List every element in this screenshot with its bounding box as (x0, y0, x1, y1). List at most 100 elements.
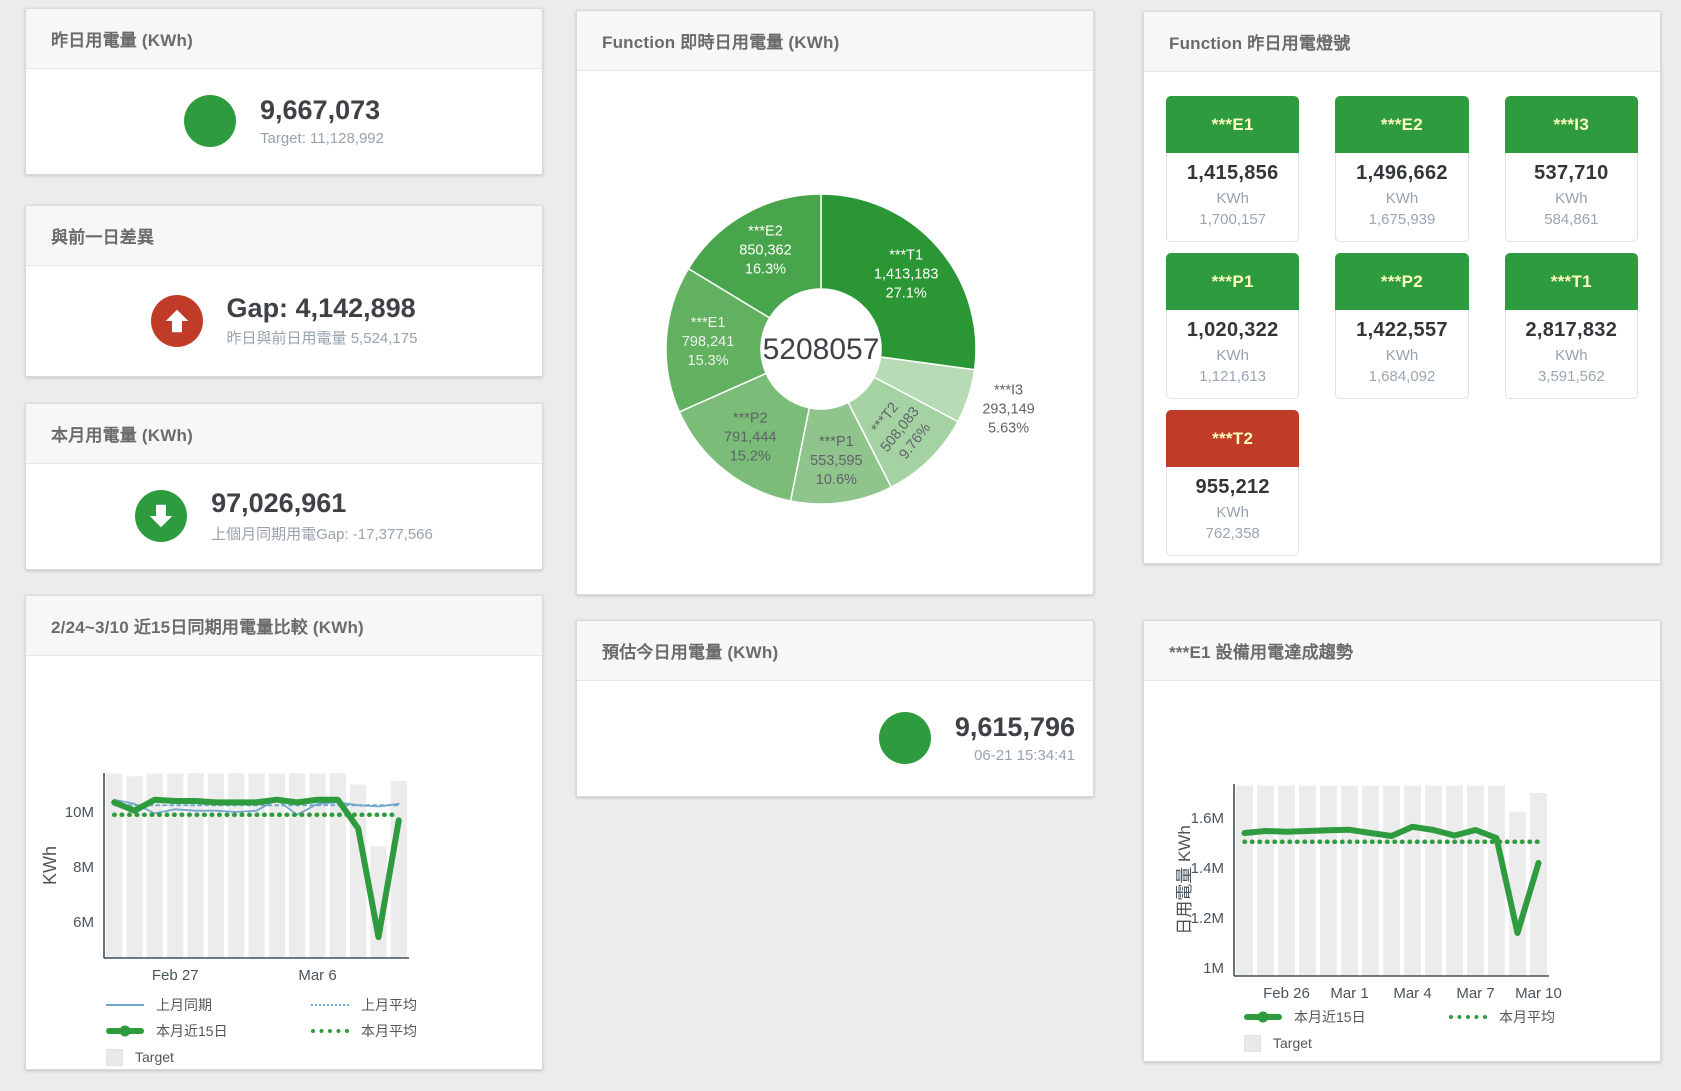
target-bar (1425, 786, 1442, 977)
arrow-down-circle-icon (135, 490, 187, 542)
target-bar (1446, 786, 1463, 977)
tile-unit: KWh (1171, 504, 1294, 521)
tile-status-header: ***T2 (1166, 410, 1299, 467)
y-tick-label: 1.6M (1191, 810, 1224, 827)
tiles-grid: ***E11,415,856KWh1,700,157***E21,496,662… (1166, 96, 1638, 556)
card-title: 與前一日差異 (26, 206, 542, 266)
tile-value: 1,020,322 (1171, 319, 1294, 342)
tile-unit: KWh (1340, 190, 1463, 207)
tile-body: 1,496,662KWh1,675,939 (1335, 153, 1468, 242)
legend-sample-target-box-icon (1244, 1035, 1261, 1052)
tile-subvalue: 1,675,939 (1340, 211, 1463, 228)
status-circle-icon (184, 95, 236, 147)
stat-value: 9,615,796 (955, 712, 1075, 743)
legend-label: 上月平均 (361, 995, 417, 1015)
card-title-text: 與前一日差異 (51, 223, 154, 248)
legend-item-dotted-blue[interactable]: 上月平均 (311, 994, 516, 1016)
card-title-text: Function 即時日用電量 (KWh) (602, 28, 839, 53)
donut-center-total: 5208057 (763, 333, 880, 366)
card-title: 本月用電量 (KWh) (26, 404, 542, 464)
stat-value: 97,026,961 (211, 488, 433, 519)
card-yesterday-usage: 昨日用電量 (KWh) 9,667,073 Target: 11,128,992 (25, 8, 543, 175)
tile-e2: ***E21,496,662KWh1,675,939 (1335, 96, 1468, 242)
card-body: 97,026,961 上個月同期用電Gap: -17,377,566 (26, 464, 542, 568)
tile-p1: ***P1 1,020,322 KWh 1,121,613 (1166, 253, 1299, 399)
y-tick-label: 8M (73, 859, 94, 876)
card-body: Gap: 4,142,898 昨日與前日用電量 5,524,175 (26, 266, 542, 375)
legend-label: 上月同期 (156, 995, 212, 1015)
card-day-gap: 與前一日差異 Gap: 4,142,898 昨日與前日用電量 5,524,175 (25, 205, 543, 377)
card-title-text: 預估今日用電量 (KWh) (602, 638, 778, 663)
legend-sample-thick-green-icon (106, 1028, 144, 1034)
stat-timestamp: 06-21 15:34:41 (955, 747, 1075, 764)
legend-sample-target-box-icon (106, 1049, 123, 1066)
legend-label: 本月近15日 (1294, 1007, 1366, 1027)
legend-label: 本月平均 (361, 1021, 417, 1041)
tile-status-header: ***P2 (1335, 253, 1468, 310)
target-bar (1383, 786, 1400, 977)
legend-sample-dotted-green-icon (1449, 1015, 1487, 1019)
legend-item-thick-green[interactable]: 本月近15日 (106, 1020, 311, 1042)
legend-item-dotted-green[interactable]: 本月平均 (1449, 1006, 1654, 1028)
card-e1-trend: ***E1 設備用電達成趨勢 1M1.2M1.4M1.6MFeb 26Mar 1… (1143, 620, 1661, 1062)
x-tick-label: Mar 10 (1515, 985, 1562, 1002)
target-bar (1236, 786, 1253, 977)
donut-chart: ***T11,413,18327.1%***I3293,1495.63%***T… (577, 81, 1093, 594)
tile-p2: ***P21,422,557KWh1,684,092 (1335, 253, 1468, 399)
tile-unit: KWh (1171, 190, 1294, 207)
card-status-tiles: Function 昨日用電燈號 ***E11,415,856KWh1,700,1… (1143, 11, 1661, 564)
status-circle-icon (879, 712, 931, 764)
card-realtime-donut: Function 即時日用電量 (KWh) ***T11,413,18327.1… (576, 10, 1094, 595)
card-month-usage: 本月用電量 (KWh) 97,026,961 上個月同期用電Gap: -17,3… (25, 403, 543, 570)
legend-label: 本月平均 (1499, 1007, 1555, 1027)
tile-status-header: ***P1 (1166, 253, 1299, 310)
legend-label: Target (135, 1049, 174, 1065)
tile-body: 2,817,832KWh3,591,562 (1505, 310, 1638, 399)
stat-subtitle: 上個月同期用電Gap: -17,377,566 (211, 523, 433, 544)
tile-status-header: ***E2 (1335, 96, 1468, 153)
legend-item-dotted-green[interactable]: 本月平均 (311, 1020, 516, 1042)
tile-body: 1,020,322 KWh 1,121,613 (1166, 310, 1299, 399)
tile-unit: KWh (1340, 347, 1463, 364)
donut-slice-label: ***I3293,1495.63% (982, 382, 1034, 436)
tile-body: 537,710KWh584,861 (1505, 153, 1638, 242)
card-today-estimate: 預估今日用電量 (KWh) 9,615,796 06-21 15:34:41 (576, 620, 1094, 797)
card-body: 9,667,073 Target: 11,128,992 (26, 69, 542, 173)
x-tick-label: Feb 26 (1263, 985, 1310, 1002)
tile-status-header: ***E1 (1166, 96, 1299, 153)
legend-sample-thick-green-icon (1244, 1014, 1282, 1020)
stat-subtitle: 昨日與前日用電量 5,524,175 (227, 327, 418, 348)
y-axis-label: KWh (40, 846, 60, 885)
tile-subvalue: 1,121,613 (1171, 368, 1294, 385)
legend-item-thick-green[interactable]: 本月近15日 (1244, 1006, 1449, 1028)
legend-label: Target (1273, 1035, 1312, 1051)
legend-item-target-box[interactable]: Target (106, 1046, 311, 1068)
y-axis-label: 日用電量 KWh (1175, 825, 1194, 935)
x-tick-label: Mar 4 (1393, 985, 1431, 1002)
legend-sample-dotted-green-icon (311, 1029, 349, 1033)
card-title-text: 2/24~3/10 近15日同期用電量比較 (KWh) (51, 613, 364, 638)
stat-value: Gap: 4,142,898 (227, 293, 418, 324)
card-title-text: 本月用電量 (KWh) (51, 421, 193, 446)
target-bar (1257, 786, 1274, 977)
legend-item-solid-blue[interactable]: 上月同期 (106, 994, 311, 1016)
legend-label: 本月近15日 (156, 1021, 228, 1041)
tile-status-header: ***I3 (1505, 96, 1638, 153)
arrow-up-circle-icon (151, 295, 203, 347)
target-bar (1362, 786, 1379, 977)
tile-value: 537,710 (1510, 162, 1633, 185)
card-title-text: ***E1 設備用電達成趨勢 (1169, 638, 1353, 663)
tile-subvalue: 3,591,562 (1510, 368, 1633, 385)
tile-value: 2,817,832 (1510, 319, 1633, 342)
legend-item-target-box[interactable]: Target (1244, 1032, 1449, 1054)
x-tick-label: Mar 1 (1330, 985, 1368, 1002)
target-bar (1467, 786, 1484, 977)
compare-line-chart: 6M8M10MFeb 27Mar 6KWh (26, 658, 542, 988)
card-body: 9,615,796 06-21 15:34:41 (577, 681, 1093, 795)
target-bar (1278, 786, 1295, 977)
tile-unit: KWh (1171, 347, 1294, 364)
tile-i3: ***I3537,710KWh584,861 (1505, 96, 1638, 242)
tile-value: 1,422,557 (1340, 319, 1463, 342)
card-title: ***E1 設備用電達成趨勢 (1144, 621, 1660, 681)
tile-body: 1,422,557KWh1,684,092 (1335, 310, 1468, 399)
